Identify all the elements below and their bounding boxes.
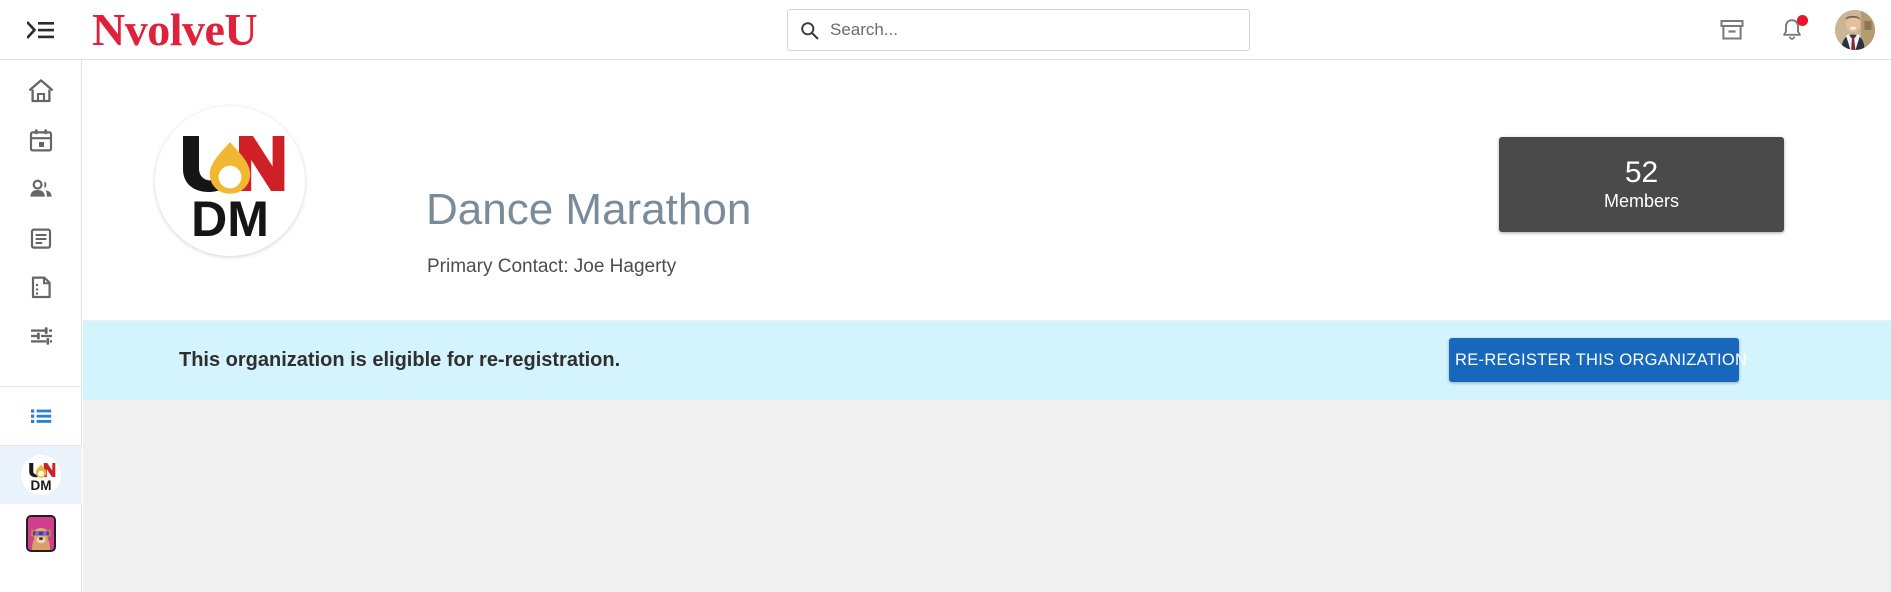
sidebar-item-news[interactable]	[0, 213, 82, 262]
sidebar-item-events[interactable]	[0, 115, 82, 164]
sliders-settings-icon	[31, 326, 52, 345]
sidebar: DM	[0, 60, 82, 592]
svg-text:DM: DM	[191, 191, 269, 247]
members-label: Members	[1603, 190, 1679, 211]
search-icon	[800, 21, 822, 40]
header-search[interactable]	[787, 9, 1250, 51]
bell-icon[interactable]	[1775, 13, 1809, 47]
sidebar-item-lists[interactable]	[0, 387, 82, 445]
members-stat-card[interactable]: 52 Members	[1499, 137, 1784, 232]
notification-unread-dot	[1797, 14, 1808, 26]
organization-header-card: DM Dance Marathon Primary Contact: Joe H…	[83, 60, 1891, 320]
search-input[interactable]	[830, 20, 1237, 40]
re-register-organization-button[interactable]: RE-REGISTER THIS ORGANIZATION	[1449, 338, 1747, 382]
dog-avatar-icon	[26, 514, 56, 552]
members-count: 52	[1624, 156, 1659, 190]
people-icon	[30, 179, 52, 197]
calendar-icon	[29, 128, 53, 152]
sidebar-org-undm[interactable]: DM	[0, 446, 82, 504]
sidebar-item-organizations[interactable]	[0, 164, 82, 213]
sidebar-item-home[interactable]	[0, 66, 82, 115]
page-title: Dance Marathon	[426, 185, 752, 234]
undm-logo-icon: DM	[21, 455, 61, 495]
home-icon	[28, 78, 54, 102]
sidebar-item-settings[interactable]	[0, 311, 82, 360]
avatar[interactable]	[1835, 9, 1875, 50]
organization-logo: DM	[155, 106, 305, 256]
main-content: DM Dance Marathon Primary Contact: Joe H…	[83, 60, 1891, 592]
menu-open-icon[interactable]	[0, 0, 82, 59]
header-actions	[1715, 0, 1891, 59]
list-bullets-icon	[31, 409, 52, 423]
form-document-icon	[31, 276, 51, 298]
news-article-icon	[30, 227, 52, 249]
sidebar-item-forms[interactable]	[0, 262, 82, 311]
reregistration-message: This organization is eligible for re-reg…	[179, 349, 621, 371]
sidebar-org-dog[interactable]	[0, 504, 82, 562]
top-header: NvolveU	[0, 0, 1891, 60]
brand-logo[interactable]: NvolveU	[92, 6, 258, 53]
svg-text:DM: DM	[31, 478, 52, 493]
archive-inbox-icon[interactable]	[1715, 13, 1749, 47]
reregistration-banner: This organization is eligible for re-reg…	[83, 321, 1891, 400]
primary-contact-label: Primary Contact: Joe Hagerty	[427, 256, 677, 277]
